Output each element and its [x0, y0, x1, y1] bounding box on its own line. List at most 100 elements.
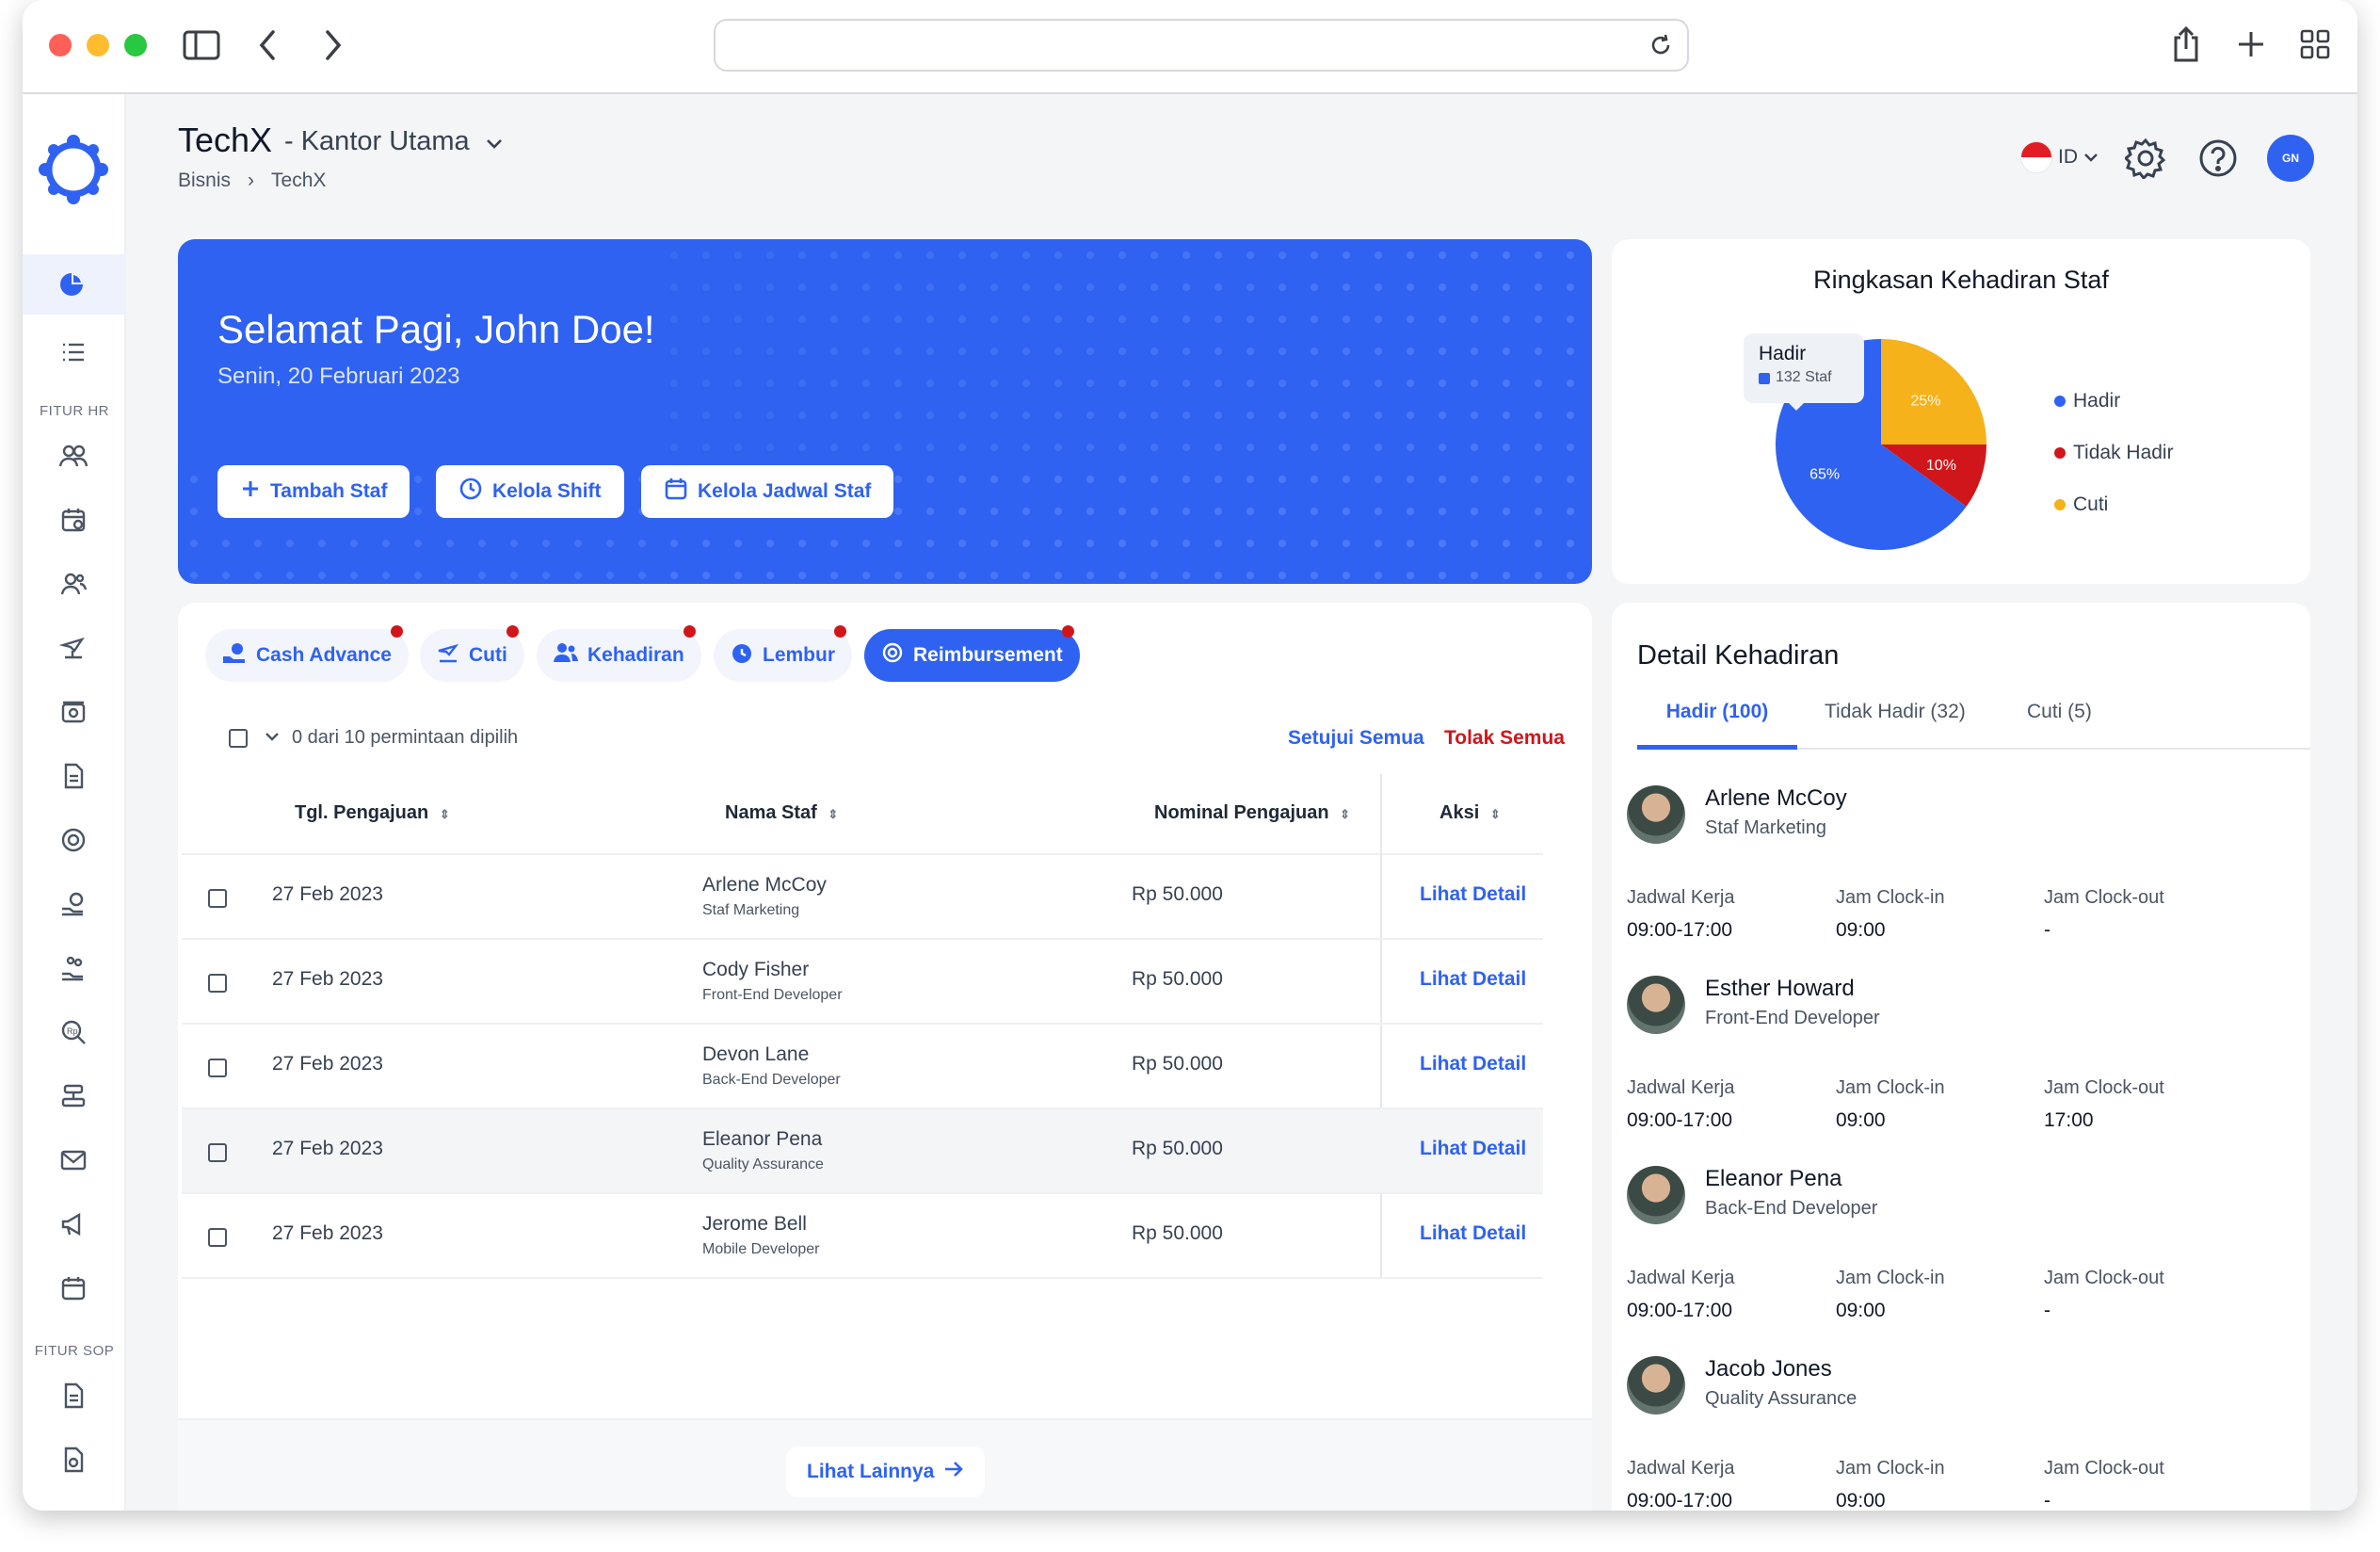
manage-shift-button[interactable]: Kelola Shift: [436, 465, 624, 518]
breadcrumb: Bisnis › TechX: [178, 170, 326, 192]
row-checkbox[interactable]: [208, 1143, 227, 1162]
tab-lembur[interactable]: Lembur: [714, 625, 853, 682]
minimize-window-button[interactable]: [87, 34, 109, 57]
row-amount: Rp 50.000: [1132, 968, 1223, 990]
row-date: 27 Feb 2023: [272, 1222, 383, 1244]
clock-in-value: 09:00: [1836, 919, 1886, 941]
share-icon[interactable]: [2169, 24, 2203, 69]
clock-out-label: Jam Clock-out: [2044, 1268, 2164, 1288]
column-header-date[interactable]: Tgl. Pengajuan ⇕: [295, 802, 450, 824]
tooltip-swatch: [1759, 373, 1770, 384]
announcement-icon[interactable]: [53, 1204, 94, 1245]
new-tab-icon[interactable]: [2235, 28, 2267, 65]
tab-label: Reimbursement: [913, 644, 1063, 666]
column-header-action[interactable]: Aksi ⇕: [1439, 802, 1501, 824]
breadcrumb-techx[interactable]: TechX: [271, 170, 326, 192]
breadcrumb-bisnis[interactable]: Bisnis: [178, 170, 231, 192]
maximize-window-button[interactable]: [124, 34, 147, 57]
employee-name: Eleanor Pena: [1705, 1166, 1842, 1191]
notification-dot: [1061, 625, 1074, 638]
view-detail-link[interactable]: Lihat Detail: [1420, 1053, 1526, 1075]
calendar-icon[interactable]: [53, 1268, 94, 1309]
row-checkbox[interactable]: [208, 974, 227, 993]
pie-slice-cuti[interactable]: [1881, 339, 1986, 445]
tab-tidak-hadir[interactable]: Tidak Hadir (32): [1825, 701, 1966, 723]
see-more-button[interactable]: Lihat Lainnya: [786, 1447, 986, 1497]
tab-cuti[interactable]: Cuti: [420, 625, 524, 682]
view-detail-link[interactable]: Lihat Detail: [1420, 1138, 1526, 1160]
attendance-list-item[interactable]: Arlene McCoy Staf Marketing Jadwal Kerja…: [1627, 778, 2286, 966]
row-amount: Rp 50.000: [1132, 883, 1223, 905]
tab-cash-advance[interactable]: Cash Advance: [205, 625, 409, 682]
add-staff-button[interactable]: Tambah Staf: [217, 465, 410, 518]
app-logo[interactable]: [36, 132, 111, 212]
staff-group-icon[interactable]: [53, 435, 94, 477]
reject-all-button[interactable]: Tolak Semua: [1444, 727, 1565, 750]
greeting-title: Selamat Pagi, John Doe!: [217, 307, 655, 351]
calendar-schedule-icon[interactable]: [53, 499, 94, 541]
list-icon[interactable]: [53, 331, 94, 373]
table-row: 27 Feb 2023 Cody Fisher Front-End Develo…: [182, 940, 1543, 1025]
table-row: 27 Feb 2023 Jerome Bell Mobile Developer…: [182, 1194, 1543, 1279]
reload-icon[interactable]: [1648, 32, 1674, 63]
table-row-hovered: 27 Feb 2023 Eleanor Pena Quality Assuran…: [182, 1109, 1543, 1194]
svg-text:Rp: Rp: [67, 1027, 78, 1036]
sop-file-icon[interactable]: [53, 1439, 94, 1480]
avatar: [1627, 785, 1685, 844]
sop-document-icon[interactable]: [53, 1375, 94, 1416]
reimbursement-icon[interactable]: [53, 819, 94, 861]
help-icon[interactable]: [2197, 137, 2239, 184]
close-window-button[interactable]: [49, 34, 72, 57]
row-date: 27 Feb 2023: [272, 883, 383, 905]
chart-tooltip: Hadir 132 Staf: [1744, 333, 1864, 411]
tab-reimbursement-active[interactable]: Reimbursement: [864, 625, 1080, 682]
approve-all-button[interactable]: Setujui Semua: [1288, 727, 1424, 750]
column-header-name[interactable]: Nama Staf ⇕: [725, 802, 838, 824]
row-checkbox[interactable]: [208, 889, 227, 908]
sidebar-toggle-icon[interactable]: [183, 28, 220, 67]
address-bar[interactable]: [714, 19, 1689, 72]
tab-overview-icon[interactable]: [2299, 28, 2331, 65]
manage-schedule-button[interactable]: Kelola Jadwal Staf: [641, 465, 894, 518]
view-detail-link[interactable]: Lihat Detail: [1420, 1222, 1526, 1245]
attendance-users-icon[interactable]: [53, 563, 94, 605]
tab-cuti[interactable]: Cuti (5): [2027, 701, 2092, 723]
nav-dashboard-active[interactable]: [23, 254, 126, 315]
clock-in-value: 09:00: [1836, 1109, 1886, 1131]
benefit-icon[interactable]: [53, 947, 94, 989]
tooltip-value: 132 Staf: [1776, 369, 1832, 385]
view-detail-link[interactable]: Lihat Detail: [1420, 883, 1526, 906]
view-detail-link[interactable]: Lihat Detail: [1420, 968, 1526, 991]
tab-kehadiran[interactable]: Kehadiran: [537, 625, 701, 682]
select-all-checkbox[interactable]: [229, 729, 248, 748]
table-row: 27 Feb 2023 Arlene McCoy Staf Marketing …: [182, 855, 1543, 940]
selection-count: 0 dari 10 permintaan dipilih: [292, 727, 519, 748]
organization-icon[interactable]: [53, 1075, 94, 1117]
column-header-amount[interactable]: Nominal Pengajuan ⇕: [1154, 802, 1350, 824]
loan-icon[interactable]: Rp: [53, 1011, 94, 1053]
settings-gear-icon[interactable]: [2123, 137, 2166, 184]
document-icon[interactable]: [53, 755, 94, 797]
language-selector[interactable]: ID: [2020, 141, 2099, 173]
row-checkbox[interactable]: [208, 1228, 227, 1247]
mail-icon[interactable]: [53, 1140, 94, 1181]
notification-dot: [390, 625, 403, 638]
tab-hadir-active[interactable]: Hadir (100): [1637, 701, 1797, 750]
attendance-list-item[interactable]: Jacob Jones Quality Assurance Jadwal Ker…: [1627, 1349, 2286, 1537]
payroll-cash-icon[interactable]: [53, 691, 94, 733]
clock-in-value: 09:00: [1836, 1490, 1886, 1512]
branch-selector[interactable]: - Kantor Utama: [284, 126, 504, 158]
back-icon[interactable]: [254, 26, 281, 69]
forward-icon[interactable]: [320, 26, 346, 69]
select-dropdown-chevron-icon[interactable]: [264, 731, 281, 749]
row-date: 27 Feb 2023: [272, 968, 383, 990]
row-checkbox[interactable]: [208, 1059, 227, 1077]
cash-advance-icon[interactable]: [53, 883, 94, 925]
schedule-value: 09:00-17:00: [1627, 1109, 1733, 1131]
tooltip-label: Hadir: [1759, 343, 1807, 364]
leave-plane-icon[interactable]: [53, 627, 94, 669]
user-avatar[interactable]: GN: [2267, 135, 2314, 182]
attendance-list-item[interactable]: Esther Howard Front-End Developer Jadwal…: [1627, 968, 2286, 1156]
attendance-list-item[interactable]: Eleanor Pena Back-End Developer Jadwal K…: [1627, 1158, 2286, 1347]
language-chevron-icon: [2083, 146, 2099, 169]
